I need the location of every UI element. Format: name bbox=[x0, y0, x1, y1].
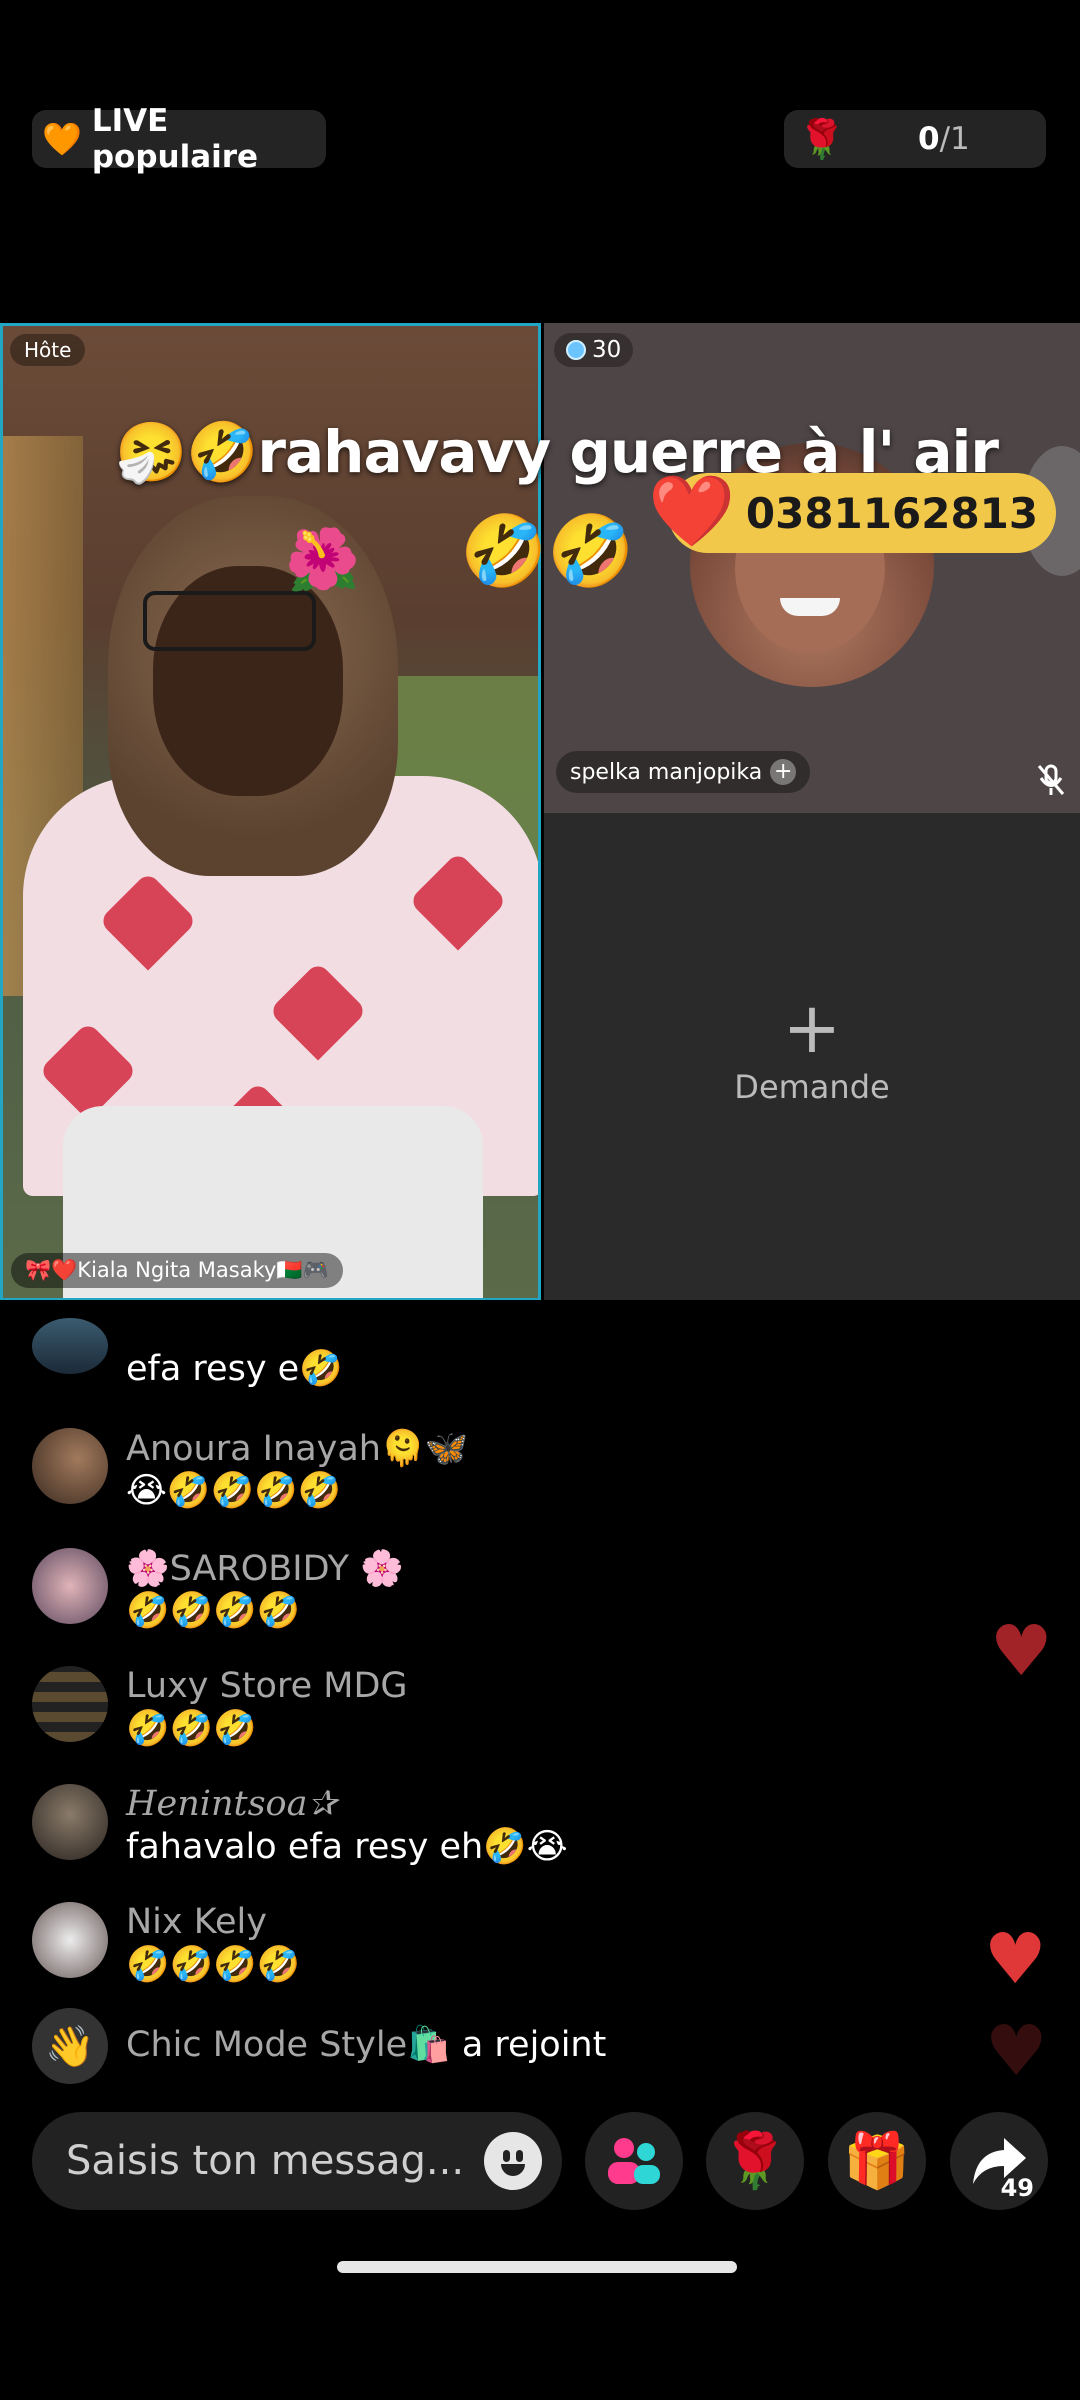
host-name-tag[interactable]: 🎀❤️Kiala Ngita Masaky🇲🇬🎮 bbox=[11, 1253, 343, 1288]
request-label: Demande bbox=[734, 1068, 890, 1106]
goal-total: /1 bbox=[939, 121, 970, 157]
guest-score-badge: 30 bbox=[554, 333, 634, 367]
guest-name: spelka manjopika bbox=[570, 759, 763, 785]
gift-button[interactable]: 🎁 bbox=[828, 2112, 926, 2210]
avatar[interactable] bbox=[32, 1428, 108, 1504]
request-plus-icon: + bbox=[782, 987, 842, 1069]
comment-author: 🌸SAROBIDY 🌸 bbox=[126, 1549, 404, 1589]
multi-guest-button[interactable] bbox=[585, 2112, 683, 2210]
comment-author: Luxy Store MDG bbox=[126, 1666, 408, 1706]
gift-icon: 🎁 bbox=[843, 2129, 911, 2192]
comment-item[interactable]: Anoura Inayah🫠🦋 😭🤣🤣🤣🤣 bbox=[32, 1428, 1032, 1518]
rose-gift-button[interactable]: 🌹 bbox=[706, 2112, 804, 2210]
joined-user-name: Chic Mode Style🛍️ bbox=[126, 2025, 451, 2065]
comment-item[interactable]: 🌸SAROBIDY 🌸 🤣🤣🤣🤣 bbox=[32, 1548, 1032, 1638]
message-input-container[interactable] bbox=[32, 2112, 562, 2210]
avatar[interactable] bbox=[32, 1318, 108, 1374]
comment-item[interactable]: Luxy Store MDG 🤣🤣🤣 bbox=[32, 1666, 1032, 1756]
floating-heart-icon: ♥ bbox=[990, 1610, 1053, 1692]
mic-muted-icon bbox=[1037, 764, 1065, 795]
share-count: 49 bbox=[1000, 2174, 1034, 2202]
share-button[interactable]: 49 bbox=[950, 2112, 1048, 2210]
rose-goal-badge[interactable]: 🌹 0/1 bbox=[784, 110, 1046, 168]
comment-text: 🤣🤣🤣🤣 bbox=[126, 1591, 301, 1631]
people-icon bbox=[608, 2138, 660, 2184]
join-notice-text: Chic Mode Style🛍️ a rejoint bbox=[126, 2024, 606, 2065]
comment-text: 😭🤣🤣🤣🤣 bbox=[126, 1471, 342, 1511]
hibiscus-flower-icon: 🌺 bbox=[285, 525, 360, 595]
message-input[interactable] bbox=[64, 2137, 468, 2185]
comment-text: fahavalo efa resy eh🤣😭 bbox=[126, 1827, 568, 1867]
floating-heart-icon: ♥ bbox=[985, 2010, 1048, 2092]
live-popular-label: LIVE populaire bbox=[91, 103, 259, 175]
guest-name-tag[interactable]: spelka manjopika + bbox=[556, 751, 811, 793]
comment-text: efa resy e🤣 bbox=[126, 1349, 343, 1389]
banner-emoji: 🤣🤣 bbox=[460, 510, 635, 592]
floating-heart-icon: ♥ bbox=[984, 1918, 1047, 2000]
request-join-slot[interactable]: + Demande bbox=[544, 813, 1080, 1301]
wave-hand-icon: 👋 bbox=[32, 2008, 108, 2084]
comment-text: 🤣🤣🤣🤣 bbox=[126, 1945, 301, 1985]
emoji-icon[interactable] bbox=[484, 2132, 542, 2190]
joined-action: a rejoint bbox=[461, 2025, 607, 2065]
orange-heart-icon: 🧡 bbox=[42, 120, 82, 158]
avatar[interactable] bbox=[32, 1666, 108, 1742]
guest-score: 30 bbox=[592, 337, 622, 363]
goal-counter: 0/1 bbox=[918, 121, 970, 157]
goal-current: 0 bbox=[918, 121, 940, 157]
comment-item[interactable]: Nix Kely 🤣🤣🤣🤣 bbox=[32, 1902, 1032, 1992]
rose-icon: 🌹 bbox=[721, 2129, 789, 2192]
heart-mascot-icon: ❤️ bbox=[648, 470, 736, 552]
host-glasses bbox=[143, 591, 316, 651]
gem-icon bbox=[566, 340, 586, 360]
comment-text: 🤣🤣🤣 bbox=[126, 1709, 257, 1749]
comment-author: Nix Kely bbox=[126, 1902, 267, 1942]
live-popular-badge[interactable]: 🧡 LIVE populaire bbox=[32, 103, 326, 175]
comment-author: Anoura Inayah🫠🦋 bbox=[126, 1429, 469, 1469]
comment-item[interactable]: Henintsoa✰ fahavalo efa resy eh🤣😭 bbox=[32, 1784, 1032, 1874]
join-notice: 👋 Chic Mode Style🛍️ a rejoint bbox=[32, 2008, 1032, 2084]
rose-box-icon: 🌹 bbox=[798, 116, 846, 161]
comment-item[interactable]: efa resy e🤣 bbox=[32, 1318, 1032, 1398]
avatar[interactable] bbox=[32, 1902, 108, 1978]
comment-author: Henintsoa✰ bbox=[126, 1784, 337, 1824]
follow-plus-icon[interactable]: + bbox=[770, 759, 797, 785]
avatar[interactable] bbox=[32, 1784, 108, 1860]
home-indicator[interactable] bbox=[337, 2261, 737, 2273]
avatar[interactable] bbox=[32, 1548, 108, 1624]
host-badge: Hôte bbox=[10, 334, 86, 366]
